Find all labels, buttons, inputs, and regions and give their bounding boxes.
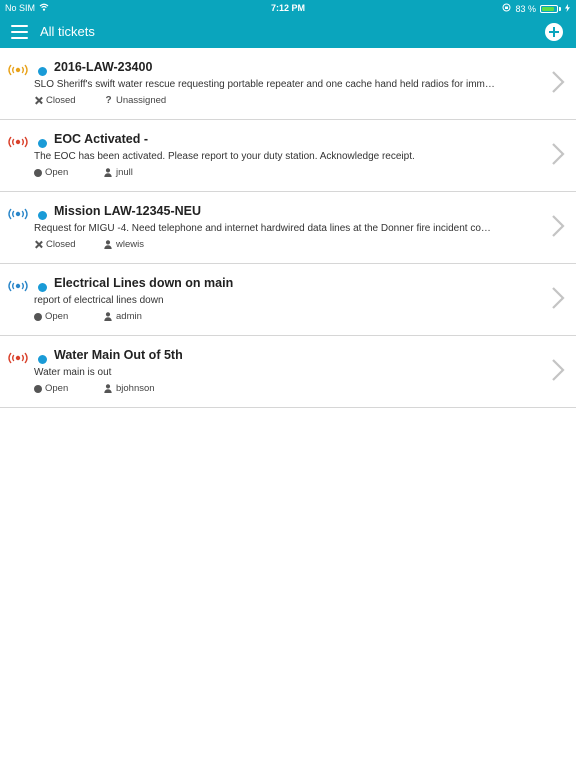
unread-dot (38, 355, 47, 364)
battery-percent: 83 % (515, 3, 536, 14)
close-icon (34, 96, 43, 105)
ticket-row[interactable]: Water Main Out of 5th Water main is out … (0, 336, 576, 408)
hamburger-menu-icon[interactable] (11, 25, 28, 39)
chevron-right-icon (552, 143, 565, 165)
ticket-meta: Open jnull (34, 167, 133, 178)
ticket-title: EOC Activated - (54, 132, 149, 146)
battery-icon (540, 4, 558, 13)
ticket-status: Open (34, 167, 104, 178)
ticket-status: Open (34, 383, 104, 394)
ticket-status-label: Closed (46, 239, 76, 250)
ticket-meta: Open admin (34, 311, 142, 322)
broadcast-signal-icon (8, 280, 28, 292)
ticket-row[interactable]: Mission LAW-12345-NEU Request for MIGU -… (0, 192, 576, 264)
unread-dot (38, 211, 47, 220)
close-icon (34, 240, 43, 249)
ticket-meta: Closed wlewis (34, 239, 144, 250)
ticket-assignee-label: bjohnson (116, 383, 155, 394)
ticket-title: Mission LAW-12345-NEU (54, 204, 202, 218)
ticket-description: Request for MIGU -4. Need telephone and … (34, 223, 491, 234)
chevron-right-icon (552, 71, 565, 93)
ticket-row[interactable]: 2016-LAW-23400 SLO Sheriff's swift water… (0, 48, 576, 120)
status-bar: No SIM 7:12 PM 83 % (0, 0, 576, 16)
open-circle-icon (34, 168, 42, 177)
ticket-meta: Closed ? Unassigned (34, 95, 166, 106)
open-circle-icon (34, 384, 42, 393)
ticket-description: The EOC has been activated. Please repor… (34, 151, 415, 162)
ticket-status: Open (34, 311, 104, 322)
ticket-assignee: ? Unassigned (104, 95, 166, 106)
ticket-list: 2016-LAW-23400 SLO Sheriff's swift water… (0, 48, 576, 408)
app-root: No SIM 7:12 PM 83 % All tickets 2016-LAW… (0, 0, 576, 768)
ticket-assignee: jnull (104, 167, 133, 178)
ticket-assignee: bjohnson (104, 383, 155, 394)
ticket-description: report of electrical lines down (34, 295, 164, 306)
status-right: 83 % (502, 3, 570, 14)
ticket-title: Electrical Lines down on main (54, 276, 234, 290)
ticket-description: Water main is out (34, 367, 112, 378)
add-ticket-button[interactable] (545, 23, 563, 41)
ticket-status-label: Closed (46, 95, 76, 106)
chevron-right-icon (552, 359, 565, 381)
chevron-right-icon (552, 215, 565, 237)
ticket-assignee: wlewis (104, 239, 144, 250)
ticket-title: Water Main Out of 5th (54, 348, 183, 362)
ticket-status-label: Open (45, 167, 69, 178)
page-title: All tickets (40, 24, 95, 39)
ticket-assignee-label: wlewis (116, 239, 144, 250)
header: No SIM 7:12 PM 83 % All tickets (0, 0, 576, 48)
broadcast-signal-icon (8, 136, 28, 148)
ticket-title: 2016-LAW-23400 (54, 60, 153, 74)
person-icon (104, 312, 113, 321)
ticket-assignee: admin (104, 311, 142, 322)
broadcast-signal-icon (8, 352, 28, 364)
navbar: All tickets (0, 16, 576, 48)
person-icon (104, 384, 113, 393)
unread-dot (38, 67, 47, 76)
ticket-meta: Open bjohnson (34, 383, 155, 394)
broadcast-signal-icon (8, 64, 28, 76)
person-icon (104, 240, 113, 249)
orientation-lock-icon (502, 3, 511, 14)
ticket-status: Closed (34, 95, 104, 106)
question-icon: ? (105, 95, 112, 106)
broadcast-signal-icon (8, 208, 28, 220)
ticket-row[interactable]: EOC Activated - The EOC has been activat… (0, 120, 576, 192)
clock: 7:12 PM (270, 3, 305, 13)
ticket-status-label: Open (45, 383, 69, 394)
unread-dot (38, 283, 47, 292)
ticket-row[interactable]: Electrical Lines down on main report of … (0, 264, 576, 336)
ticket-assignee-label: Unassigned (116, 95, 167, 106)
person-icon (104, 168, 113, 177)
ticket-status: Closed (34, 239, 104, 250)
open-circle-icon (34, 312, 42, 321)
ticket-assignee-label: admin (116, 311, 142, 322)
ticket-assignee-label: jnull (116, 167, 133, 178)
charging-bolt-icon (565, 3, 570, 14)
chevron-right-icon (552, 287, 565, 309)
ticket-status-label: Open (45, 311, 69, 322)
unread-dot (38, 139, 47, 148)
battery-fill (542, 6, 554, 11)
battery-cap (559, 6, 561, 11)
ticket-description: SLO Sheriff's swift water rescue request… (34, 79, 495, 90)
